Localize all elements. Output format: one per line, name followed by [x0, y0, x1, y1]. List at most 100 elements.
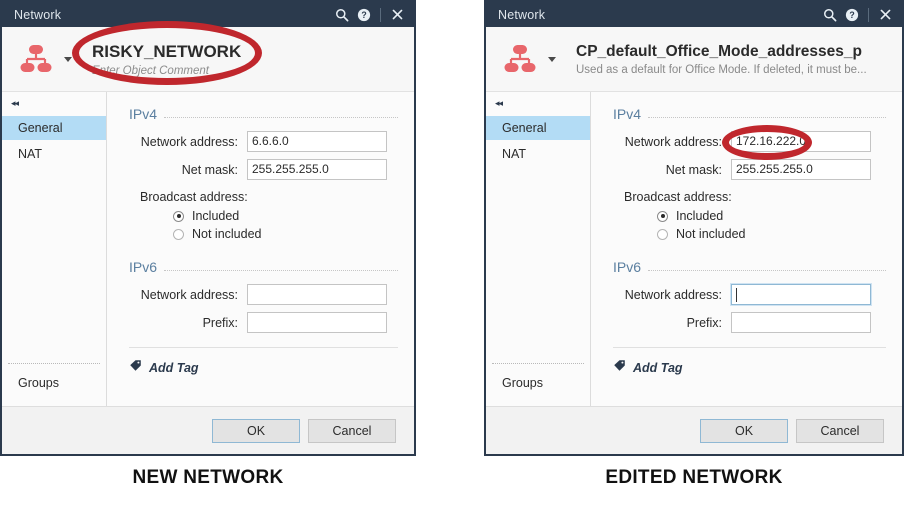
radio-icon[interactable] — [173, 228, 184, 240]
close-icon[interactable] — [386, 4, 408, 26]
collapse-panel-icon[interactable]: ◂◂ — [486, 98, 590, 115]
help-icon[interactable]: ? — [841, 4, 863, 26]
field-row-ipv6-network-address: Network address: — [129, 284, 398, 305]
add-tag-label: Add Tag — [633, 361, 683, 375]
field-row-ipv6-prefix: Prefix: — [613, 312, 886, 333]
window-title: Network — [14, 7, 62, 22]
object-name-block: RISKY_NETWORK Enter Object Comment — [92, 42, 241, 77]
object-name[interactable]: CP_default_Office_Mode_addresses_p — [576, 43, 867, 61]
close-icon[interactable] — [874, 4, 896, 26]
ipv6-network-address-input[interactable] — [247, 284, 387, 305]
cancel-button[interactable]: Cancel — [308, 418, 396, 443]
radio-icon[interactable] — [657, 210, 668, 222]
section-header-ipv4: IPv4 — [129, 106, 398, 122]
ipv4-network-address-input[interactable]: 6.6.6.0 — [247, 131, 387, 152]
object-comment[interactable]: Used as a default for Office Mode. If de… — [576, 64, 867, 76]
section-title: IPv4 — [129, 106, 158, 122]
field-label: Net mask: — [665, 162, 722, 177]
chevron-down-icon[interactable] — [548, 56, 556, 62]
field-row-ipv4-network-address: Network address: 172.16.222.0 — [613, 131, 886, 152]
section-title: IPv4 — [613, 106, 642, 122]
sidebar-item-groups[interactable]: Groups — [486, 364, 590, 406]
sidebar-item-nat[interactable]: NAT — [2, 142, 106, 166]
section-rule — [164, 116, 398, 118]
add-tag-divider — [613, 347, 886, 348]
dialog-sidebar: ◂◂ General NAT Groups — [486, 92, 591, 406]
field-label: Prefix: — [686, 315, 722, 330]
sidebar-item-nat[interactable]: NAT — [486, 142, 590, 166]
ipv4-net-mask-input[interactable]: 255.255.255.0 — [731, 159, 871, 180]
section-title: IPv6 — [613, 259, 642, 275]
network-object-icon — [500, 39, 540, 79]
help-icon[interactable]: ? — [353, 4, 375, 26]
radio-label: Not included — [192, 227, 262, 241]
section-header-ipv4: IPv4 — [613, 106, 886, 122]
dialog-body: ◂◂ General NAT Groups IPv4 Network addre… — [486, 92, 902, 406]
cancel-button[interactable]: Cancel — [796, 418, 884, 443]
dialog-body: ◂◂ General NAT Groups IPv4 Network addre… — [2, 92, 414, 406]
field-label: Network address: — [140, 134, 238, 149]
dialog-footer: OK Cancel — [486, 406, 902, 454]
ipv6-prefix-input[interactable] — [731, 312, 871, 333]
chevron-down-icon[interactable] — [64, 56, 72, 62]
ipv4-net-mask-input[interactable]: 255.255.255.0 — [247, 159, 387, 180]
ok-button[interactable]: OK — [700, 418, 788, 443]
radio-option-not-included[interactable]: Not included — [657, 227, 886, 241]
field-label: Network address: — [140, 287, 238, 302]
sidebar-item-label: Groups — [502, 376, 543, 390]
ok-button[interactable]: OK — [212, 418, 300, 443]
object-name-block: CP_default_Office_Mode_addresses_p Used … — [576, 43, 867, 76]
object-name[interactable]: RISKY_NETWORK — [92, 42, 241, 62]
ipv6-prefix-input[interactable] — [247, 312, 387, 333]
titlebar-divider — [868, 7, 869, 22]
search-icon[interactable] — [819, 4, 841, 26]
radio-option-included[interactable]: Included — [173, 209, 398, 223]
sidebar-item-general[interactable]: General — [486, 116, 590, 140]
add-tag-divider — [129, 347, 398, 348]
field-label: Net mask: — [181, 162, 238, 177]
field-label: Network address: — [624, 134, 722, 149]
caption-edited-network: EDITED NETWORK — [605, 467, 783, 488]
titlebar-divider — [380, 7, 381, 22]
caption-new-network: NEW NETWORK — [132, 467, 284, 488]
window-titlebar: Network ? — [486, 2, 902, 27]
radio-label: Included — [676, 209, 724, 223]
network-object-icon — [16, 39, 56, 79]
sidebar-item-label: NAT — [502, 147, 527, 161]
sidebar-item-groups[interactable]: Groups — [2, 364, 106, 406]
add-tag-button[interactable]: Add Tag — [613, 359, 886, 377]
tag-icon — [129, 359, 142, 377]
add-tag-label: Add Tag — [149, 361, 199, 375]
broadcast-address-label: Broadcast address: — [624, 190, 732, 204]
field-row-ipv4-net-mask: Net mask: 255.255.255.0 — [613, 159, 886, 180]
add-tag-button[interactable]: Add Tag — [129, 359, 398, 377]
radio-option-included[interactable]: Included — [657, 209, 886, 223]
field-label: Network address: — [624, 287, 722, 302]
radio-label: Included — [192, 209, 240, 223]
sidebar-item-label: General — [502, 121, 547, 135]
field-row-ipv4-net-mask: Net mask: 255.255.255.0 — [129, 159, 398, 180]
radio-icon[interactable] — [657, 228, 668, 240]
collapse-panel-icon[interactable]: ◂◂ — [2, 98, 106, 115]
radio-label: Not included — [676, 227, 746, 241]
field-row-ipv4-network-address: Network address: 6.6.6.0 — [129, 131, 398, 152]
sidebar-item-general[interactable]: General — [2, 116, 106, 140]
window-title: Network — [498, 7, 546, 22]
dialog-content: IPv4 Network address: 6.6.6.0 Net mask: … — [107, 92, 414, 406]
radio-option-not-included[interactable]: Not included — [173, 227, 398, 241]
search-icon[interactable] — [331, 4, 353, 26]
ipv6-network-address-input[interactable] — [730, 283, 872, 306]
ipv4-network-address-input[interactable]: 172.16.222.0 — [731, 131, 871, 152]
object-header: RISKY_NETWORK Enter Object Comment — [2, 27, 414, 92]
network-dialog-edited: Network ? CP_default_Office_Mode_address… — [484, 0, 904, 456]
text-caret — [736, 288, 737, 302]
broadcast-address-label: Broadcast address: — [140, 190, 248, 204]
field-label: Prefix: — [202, 315, 238, 330]
radio-icon[interactable] — [173, 210, 184, 222]
dialog-content: IPv4 Network address: 172.16.222.0 Net m… — [591, 92, 902, 406]
object-comment[interactable]: Enter Object Comment — [92, 65, 241, 77]
field-row-ipv6-network-address: Network address: — [613, 283, 886, 306]
